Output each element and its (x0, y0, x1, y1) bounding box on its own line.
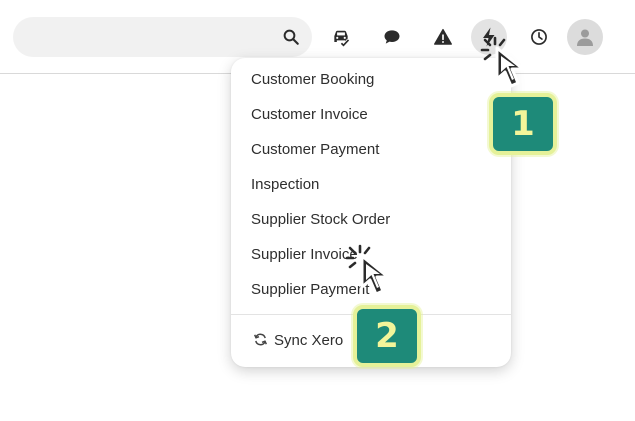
chat-bubble-icon[interactable] (382, 27, 402, 47)
user-avatar-icon[interactable] (567, 19, 603, 55)
menu-item-supplier-invoice[interactable]: Supplier Invoice (251, 244, 358, 266)
search-icon[interactable] (282, 28, 300, 46)
cursor-pointer-icon (480, 34, 548, 94)
warning-icon[interactable] (433, 27, 453, 47)
sync-xero-button[interactable]: Sync Xero (253, 330, 343, 352)
menu-item-inspection[interactable]: Inspection (251, 174, 319, 196)
menu-item-supplier-stock-order[interactable]: Supplier Stock Order (251, 209, 390, 231)
sync-xero-label: Sync Xero (274, 332, 344, 349)
search-input[interactable] (13, 17, 312, 57)
cursor-pointer-icon (345, 242, 413, 302)
car-check-icon[interactable] (331, 27, 351, 47)
menu-item-supplier-payment[interactable]: Supplier Payment (251, 279, 369, 301)
menu-item-customer-invoice[interactable]: Customer Invoice (251, 104, 368, 126)
step-badge-2: 2 (353, 305, 421, 367)
step-badge-1: 1 (489, 93, 557, 155)
menu-item-customer-booking[interactable]: Customer Booking (251, 69, 374, 91)
menu-item-customer-payment[interactable]: Customer Payment (251, 139, 379, 161)
refresh-icon (253, 332, 268, 347)
